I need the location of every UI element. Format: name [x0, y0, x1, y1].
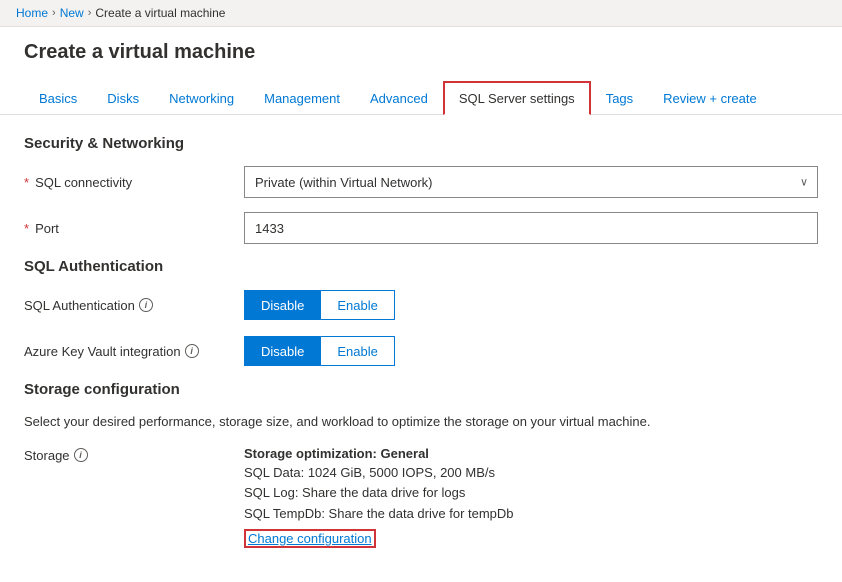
sql-auth-label: SQL Authentication i	[24, 298, 244, 313]
sql-authentication-section: SQL Authentication SQL Authentication i …	[24, 258, 818, 367]
azure-key-vault-disable-btn[interactable]: Disable	[244, 336, 321, 366]
sql-auth-enable-btn[interactable]: Enable	[321, 290, 394, 320]
tab-management[interactable]: Management	[249, 82, 355, 115]
sql-auth-info-icon[interactable]: i	[139, 298, 153, 312]
storage-configuration-section: Storage configuration Select your desire…	[24, 381, 818, 548]
sql-auth-disable-btn[interactable]: Disable	[244, 290, 321, 320]
azure-key-vault-control: Disable Enable	[244, 336, 818, 366]
sql-connectivity-select-wrapper: Private (within Virtual Network) Public …	[244, 166, 818, 198]
tab-disks[interactable]: Disks	[92, 82, 154, 115]
sql-connectivity-select[interactable]: Private (within Virtual Network) Public …	[244, 166, 818, 198]
change-configuration-link[interactable]: Change configuration	[244, 529, 376, 548]
page-title: Create a virtual machine	[24, 41, 818, 64]
storage-row: Storage i Storage optimization: General …	[24, 446, 818, 548]
breadcrumb-chevron-1: ›	[52, 7, 56, 19]
required-star-connectivity: *	[24, 175, 29, 190]
tab-networking[interactable]: Networking	[154, 82, 249, 115]
required-star-port: *	[24, 221, 29, 236]
breadcrumb-home[interactable]: Home	[16, 6, 48, 20]
storage-optimization-title: Storage optimization: General	[244, 446, 818, 461]
azure-key-vault-label: Azure Key Vault integration i	[24, 344, 244, 359]
tabs-container: Basics Disks Networking Management Advan…	[0, 80, 842, 115]
sql-connectivity-row: * SQL connectivity Private (within Virtu…	[24, 166, 818, 198]
security-networking-title: Security & Networking	[24, 135, 818, 152]
breadcrumb-current: Create a virtual machine	[95, 6, 225, 20]
breadcrumb-new[interactable]: New	[60, 6, 84, 20]
breadcrumb-chevron-2: ›	[88, 7, 92, 19]
port-row: * Port	[24, 212, 818, 244]
storage-detail-0: SQL Data: 1024 GiB, 5000 IOPS, 200 MB/s	[244, 463, 818, 484]
storage-info-icon[interactable]: i	[74, 448, 88, 462]
sql-connectivity-control: Private (within Virtual Network) Public …	[244, 166, 818, 198]
tab-basics[interactable]: Basics	[24, 82, 92, 115]
sql-authentication-title: SQL Authentication	[24, 258, 818, 275]
storage-configuration-title: Storage configuration	[24, 381, 818, 398]
azure-key-vault-enable-btn[interactable]: Enable	[321, 336, 394, 366]
breadcrumb: Home › New › Create a virtual machine	[0, 0, 842, 27]
content-area: Security & Networking * SQL connectivity…	[0, 115, 842, 582]
security-networking-section: Security & Networking * SQL connectivity…	[24, 135, 818, 244]
sql-auth-row: SQL Authentication i Disable Enable	[24, 289, 818, 321]
tab-advanced[interactable]: Advanced	[355, 82, 443, 115]
storage-detail-2: SQL TempDb: Share the data drive for tem…	[244, 504, 818, 525]
tab-tags[interactable]: Tags	[591, 82, 648, 115]
storage-info: Storage optimization: General SQL Data: …	[244, 446, 818, 548]
storage-detail-1: SQL Log: Share the data drive for logs	[244, 483, 818, 504]
azure-key-vault-toggle-group: Disable Enable	[244, 336, 818, 366]
tab-sql-server-settings[interactable]: SQL Server settings	[443, 81, 591, 115]
storage-label: Storage i	[24, 446, 244, 463]
azure-key-vault-row: Azure Key Vault integration i Disable En…	[24, 335, 818, 367]
port-input[interactable]	[244, 212, 818, 244]
port-label: * Port	[24, 221, 244, 236]
sql-connectivity-label: * SQL connectivity	[24, 175, 244, 190]
storage-description: Select your desired performance, storage…	[24, 412, 818, 432]
port-control	[244, 212, 818, 244]
tab-review-create[interactable]: Review + create	[648, 82, 772, 115]
sql-auth-control: Disable Enable	[244, 290, 818, 320]
sql-auth-toggle-group: Disable Enable	[244, 290, 818, 320]
azure-key-vault-info-icon[interactable]: i	[185, 344, 199, 358]
